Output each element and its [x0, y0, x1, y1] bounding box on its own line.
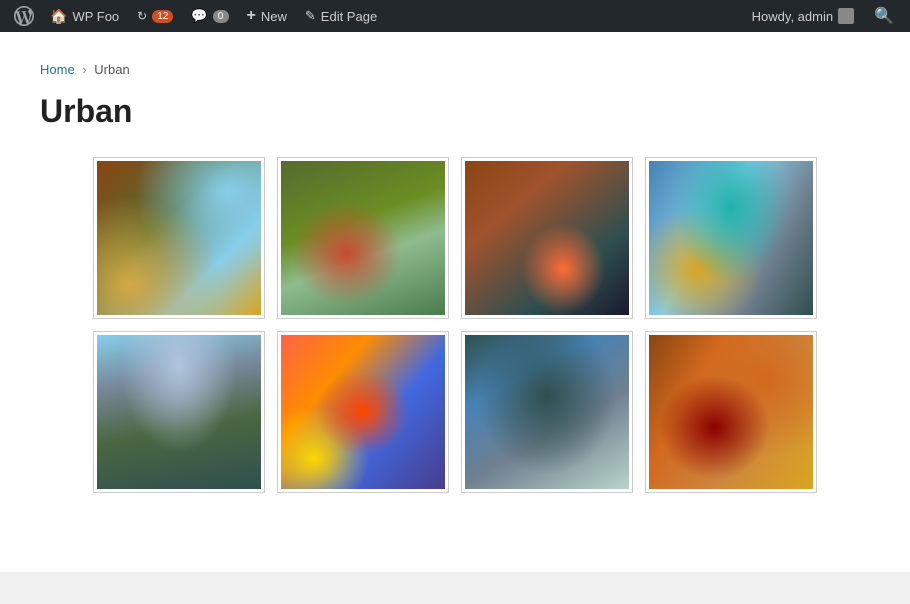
page-title: Urban [40, 93, 870, 130]
adminbar-left: 🏠 WP Foo ↻ 12 💬 0 + New ✎ Edit Page [8, 0, 744, 32]
breadcrumb-current: Urban [94, 62, 129, 77]
gallery-item[interactable] [278, 332, 448, 492]
plus-icon: + [247, 7, 256, 25]
comments-button[interactable]: 💬 0 [183, 0, 236, 32]
edit-page-button[interactable]: ✎ Edit Page [297, 0, 385, 32]
gallery-item[interactable] [278, 158, 448, 318]
user-avatar [838, 8, 854, 24]
main-content: Home › Urban Urban [0, 32, 910, 572]
gallery-item[interactable] [462, 332, 632, 492]
gallery-item[interactable] [646, 158, 816, 318]
howdy-text: Howdy, admin [752, 9, 833, 24]
updates-button[interactable]: ↻ 12 [129, 0, 181, 32]
wp-logo-button[interactable] [8, 0, 40, 32]
pencil-icon: ✎ [305, 8, 316, 24]
search-icon: 🔍 [874, 6, 894, 26]
gallery-item[interactable] [646, 332, 816, 492]
breadcrumb-home-link[interactable]: Home [40, 62, 75, 77]
gallery-item[interactable] [462, 158, 632, 318]
new-content-button[interactable]: + New [239, 0, 295, 32]
gallery-grid [94, 158, 816, 492]
updates-icon: ↻ [137, 9, 147, 23]
adminbar-right: Howdy, admin 🔍 [744, 0, 902, 32]
edit-page-label: Edit Page [321, 9, 377, 24]
comments-icon: 💬 [191, 8, 207, 24]
site-name-button[interactable]: 🏠 WP Foo [42, 0, 127, 32]
comments-badge: 0 [213, 10, 229, 23]
breadcrumb-separator: › [82, 62, 86, 77]
gallery-item[interactable] [94, 158, 264, 318]
search-button[interactable]: 🔍 [866, 0, 902, 32]
howdy-button[interactable]: Howdy, admin [744, 0, 862, 32]
site-name-label: WP Foo [72, 9, 119, 24]
admin-bar: 🏠 WP Foo ↻ 12 💬 0 + New ✎ Edit Page Howd… [0, 0, 910, 32]
home-icon: 🏠 [50, 8, 67, 25]
breadcrumb: Home › Urban [40, 62, 870, 77]
new-label: New [261, 9, 287, 24]
updates-badge: 12 [152, 10, 173, 23]
gallery-item[interactable] [94, 332, 264, 492]
